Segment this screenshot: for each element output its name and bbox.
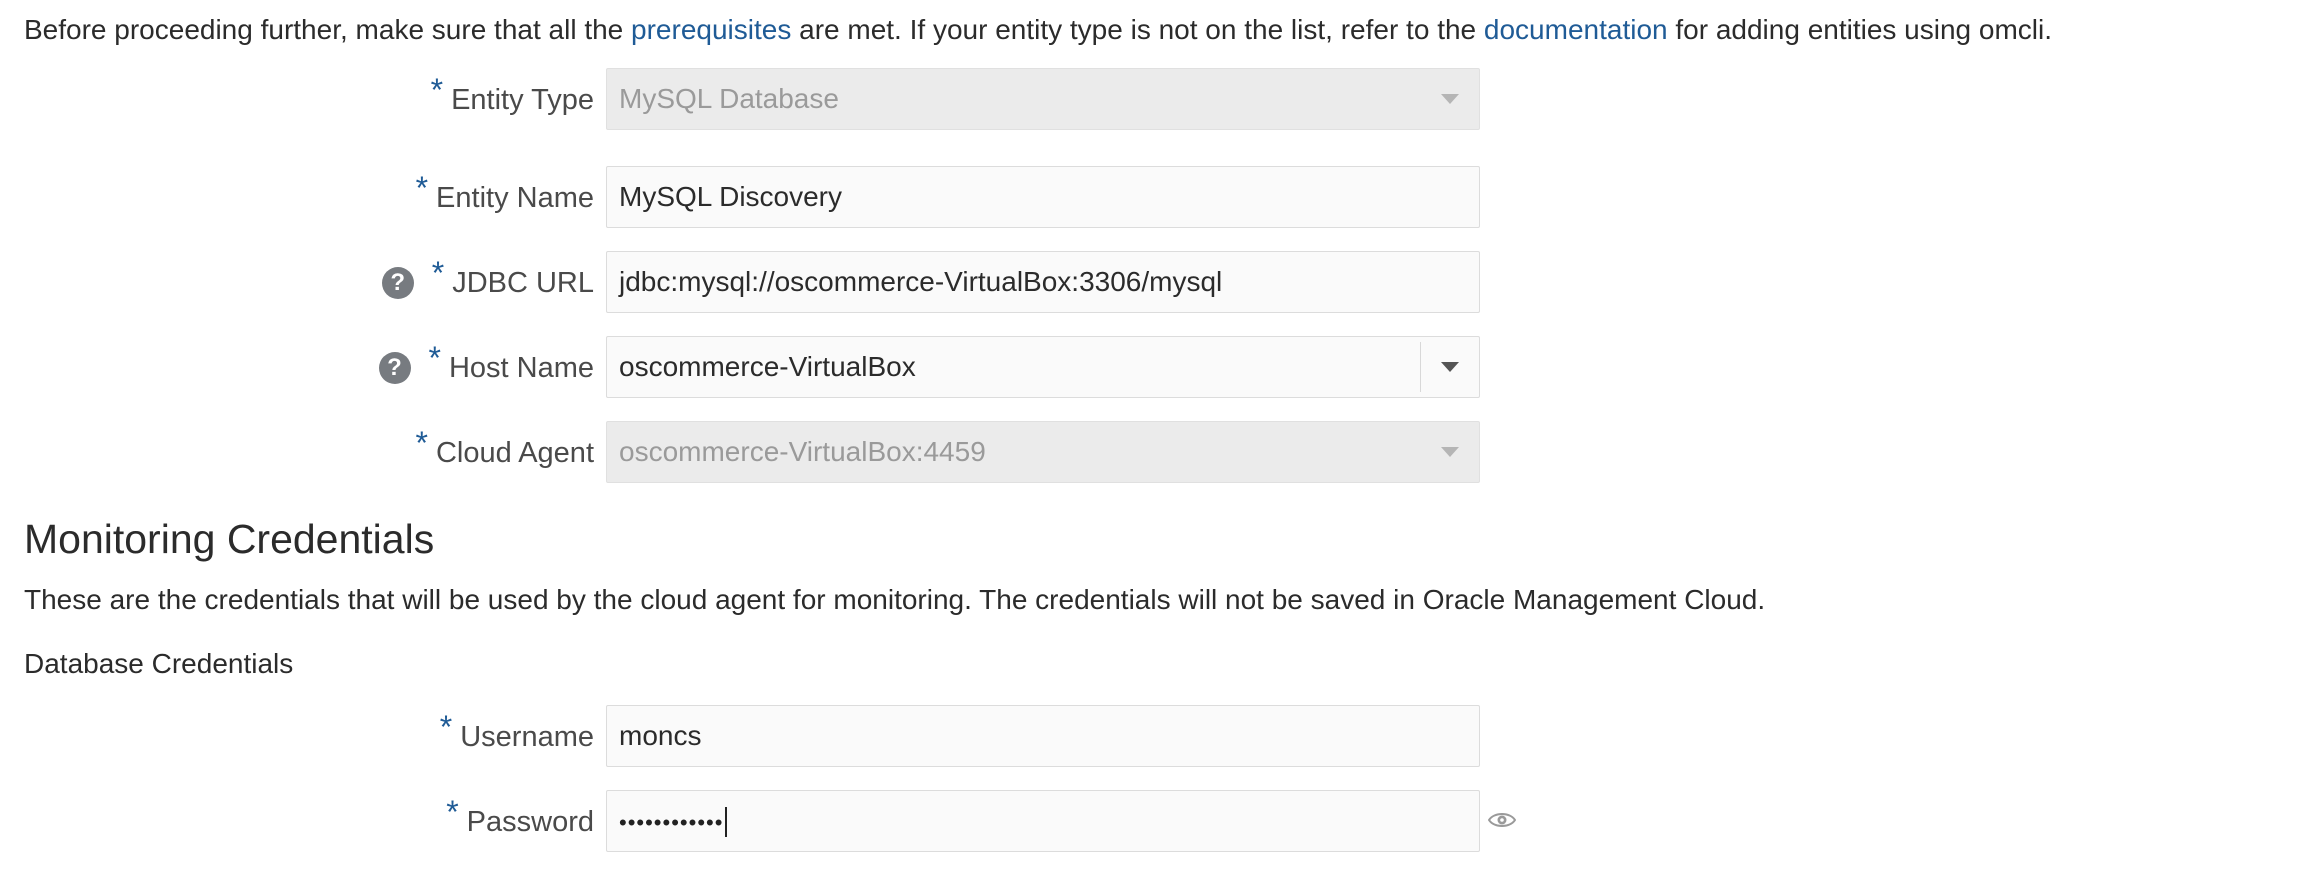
text-cursor [725, 807, 728, 838]
host-name-value: oscommerce-VirtualBox [619, 351, 916, 382]
required-marker: * [446, 794, 459, 830]
intro-text-before: Before proceeding further, make sure tha… [24, 14, 632, 45]
intro-text-middle: are met. If your entity type is not on t… [791, 14, 1484, 45]
entity-type-label: Entity Type [451, 83, 594, 116]
required-marker: * [415, 425, 428, 461]
database-credentials-subheading: Database Credentials [24, 648, 294, 679]
host-name-row: ? * Host Name oscommerce-VirtualBox [0, 336, 1600, 400]
help-circle-icon[interactable]: ? [381, 267, 414, 299]
host-name-label-group: ? * Host Name [378, 336, 594, 400]
jdbc-url-label: JDBC URL [452, 266, 594, 299]
entity-name-input[interactable]: MySQL Discovery [606, 166, 1480, 228]
jdbc-url-row: ? * JDBC URL jdbc:mysql://oscommerce-Vir… [0, 251, 1600, 315]
password-masked-value: •••••••••••• [619, 809, 724, 835]
required-marker: * [428, 340, 441, 376]
entity-type-label-group: * Entity Type [431, 68, 594, 132]
username-input[interactable]: moncs [606, 705, 1480, 767]
password-row: * Password •••••••••••• [0, 790, 1600, 854]
entity-type-select: MySQL Database [606, 68, 1480, 130]
username-label: Username [460, 720, 594, 753]
host-name-combobox[interactable]: oscommerce-VirtualBox [606, 336, 1480, 398]
username-row: * Username moncs [0, 705, 1600, 769]
cloud-agent-row: * Cloud Agent oscommerce-VirtualBox:4459 [0, 421, 1600, 485]
password-label-group: * Password [446, 790, 594, 854]
jdbc-url-value: jdbc:mysql://oscommerce-VirtualBox:3306/… [619, 266, 1223, 297]
chevron-down-icon[interactable] [1441, 362, 1459, 372]
cloud-agent-select: oscommerce-VirtualBox:4459 [606, 421, 1480, 483]
cloud-agent-value: oscommerce-VirtualBox:4459 [619, 436, 986, 467]
monitoring-credentials-description: These are the credentials that will be u… [24, 584, 1766, 615]
chevron-down-icon [1441, 94, 1459, 104]
entity-type-value: MySQL Database [619, 83, 839, 114]
eye-icon[interactable] [1488, 810, 1516, 830]
monitoring-credentials-heading: Monitoring Credentials [24, 516, 435, 562]
required-marker: * [439, 709, 453, 745]
intro-text-after: for adding entities using omcli. [1667, 14, 2053, 45]
username-label-group: * Username [440, 705, 594, 769]
chevron-down-icon [1441, 447, 1459, 457]
password-value: •••••••••••• [607, 805, 1479, 838]
intro-text: Before proceeding further, make sure tha… [24, 10, 2052, 50]
entity-name-value: MySQL Discovery [619, 181, 843, 212]
password-input[interactable]: •••••••••••• [606, 790, 1480, 852]
host-name-label: Host Name [448, 351, 594, 384]
prerequisites-link[interactable]: prerequisites [631, 14, 791, 45]
entity-type-row: * Entity Type MySQL Database [0, 68, 1600, 132]
cloud-agent-label: Cloud Agent [435, 436, 594, 469]
jdbc-url-label-group: ? * JDBC URL [381, 251, 594, 315]
jdbc-url-input[interactable]: jdbc:mysql://oscommerce-VirtualBox:3306/… [606, 251, 1480, 313]
username-value: moncs [619, 720, 702, 751]
entity-name-row: * Entity Name MySQL Discovery [0, 166, 1600, 230]
password-label: Password [466, 805, 594, 838]
required-marker: * [431, 255, 445, 291]
combobox-divider [1420, 342, 1421, 392]
entity-name-label: Entity Name [436, 181, 594, 214]
required-marker: * [415, 170, 429, 206]
cloud-agent-label-group: * Cloud Agent [416, 421, 594, 485]
required-marker: * [430, 72, 444, 108]
entity-name-label-group: * Entity Name [416, 166, 594, 230]
documentation-link[interactable]: documentation [1484, 14, 1668, 45]
help-circle-icon[interactable]: ? [378, 352, 411, 384]
